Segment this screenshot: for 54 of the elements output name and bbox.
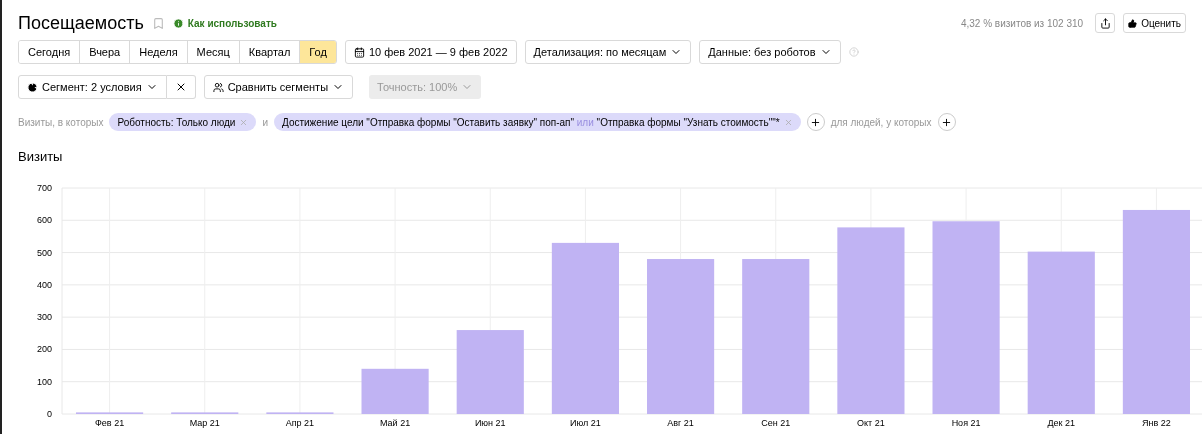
page-title: Посещаемость bbox=[18, 11, 144, 35]
sample-info: 4,32 % визитов из 102 310 bbox=[960, 16, 1084, 31]
clear-segment-button[interactable] bbox=[166, 75, 196, 99]
period-tab[interactable]: Год bbox=[299, 41, 336, 63]
x-tick-label: Мар 21 bbox=[189, 417, 220, 428]
y-tick-label: 100 bbox=[36, 376, 52, 387]
y-tick-label: 400 bbox=[36, 279, 52, 290]
bar bbox=[171, 411, 239, 414]
y-tick-label: 700 bbox=[36, 182, 52, 193]
joiner-text: и bbox=[262, 115, 268, 130]
y-tick-label: 0 bbox=[47, 408, 52, 419]
bar bbox=[76, 411, 144, 414]
detail-dropdown[interactable]: Детализация: по месяцам bbox=[524, 40, 692, 64]
x-tick-label: Дек 21 bbox=[1047, 417, 1076, 428]
y-tick-label: 200 bbox=[36, 343, 52, 354]
condition-chip[interactable]: Роботность: Только люди bbox=[109, 113, 257, 131]
x-tick-label: Окт 21 bbox=[857, 417, 885, 428]
x-tick-label: Фев 21 bbox=[95, 417, 125, 428]
remove-icon[interactable] bbox=[239, 117, 249, 127]
remove-icon[interactable] bbox=[783, 117, 793, 127]
x-tick-label: Сен 21 bbox=[761, 417, 791, 428]
help-link[interactable]: Как использовать bbox=[187, 15, 277, 31]
x-tick-label: Авг 21 bbox=[667, 417, 694, 428]
plus-icon bbox=[810, 116, 822, 128]
segment-dropdown[interactable]: Сегмент: 2 условия bbox=[18, 75, 167, 99]
info-icon bbox=[172, 17, 184, 29]
condition-chip[interactable]: Достижение цели "Отправка формы "Оставить заявку" поп-ап" или "Отправка формы "Узнать стоимость""* bbox=[274, 113, 801, 131]
people-label: для людей, у которых bbox=[830, 115, 932, 130]
x-tick-label: Июн 21 bbox=[474, 417, 506, 428]
x-tick-label: Ноя 21 bbox=[951, 417, 981, 428]
x-tick-label: Янв 22 bbox=[1142, 417, 1171, 428]
y-tick-label: 600 bbox=[36, 214, 52, 225]
data-dropdown[interactable]: Данные: без роботов bbox=[699, 40, 841, 64]
rate-button[interactable]: Оценить bbox=[1123, 13, 1186, 33]
filter-prefix: Визиты, в которых bbox=[18, 115, 104, 130]
plus-icon bbox=[941, 116, 953, 128]
x-tick-label: Июл 21 bbox=[570, 417, 601, 428]
bar bbox=[266, 411, 334, 414]
bookmark-icon[interactable] bbox=[151, 16, 165, 30]
compare-dropdown[interactable]: Сравнить сегменты bbox=[203, 75, 354, 99]
share-icon bbox=[1099, 17, 1111, 29]
x-tick-label: Май 21 bbox=[380, 417, 411, 428]
help-icon[interactable] bbox=[848, 47, 859, 57]
calendar-icon bbox=[353, 46, 365, 58]
chart-title: Визиты bbox=[17, 148, 64, 166]
date-range-button[interactable]: 10 фев 2021 — 9 фев 2022 bbox=[344, 40, 517, 64]
export-button[interactable] bbox=[1095, 13, 1116, 33]
y-tick-label: 300 bbox=[36, 311, 52, 322]
pie-chart-icon bbox=[27, 81, 38, 93]
x-tick-label: Апр 21 bbox=[285, 417, 315, 428]
people-icon bbox=[212, 81, 224, 93]
y-tick-label: 500 bbox=[36, 247, 52, 258]
thumbs-up-icon bbox=[1128, 18, 1138, 28]
bar bbox=[361, 368, 429, 414]
